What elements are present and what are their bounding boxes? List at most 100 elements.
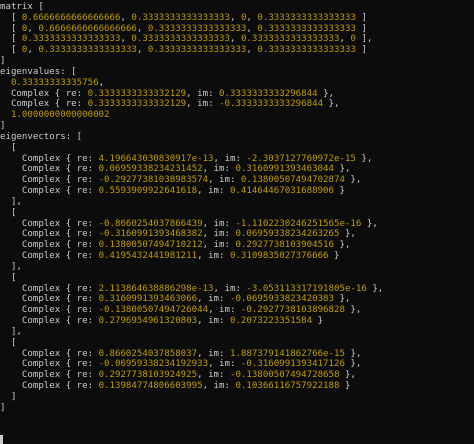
output-text: Complex { re: bbox=[0, 316, 99, 327]
terminal-window[interactable]: matrix [ [ 0.6666666666666666, 0.3333333… bbox=[0, 0, 474, 444]
output-text: , im: bbox=[208, 175, 241, 186]
output-line: Complex { re: 4.196643030830917e-13, im:… bbox=[0, 154, 474, 165]
numeric-value: 0.4195432441981211 bbox=[98, 251, 198, 262]
numeric-value: 0.13800507494702874 bbox=[240, 175, 345, 186]
output-text: }, bbox=[344, 348, 362, 359]
numeric-value: 0.6666666666666666 bbox=[21, 12, 121, 23]
output-line: ] bbox=[0, 403, 474, 414]
output-text: , im: bbox=[202, 218, 236, 229]
numeric-value: -0.13800507494728658 bbox=[229, 370, 340, 381]
output-line: Complex { re: -0.29277381038983574, im: … bbox=[0, 175, 474, 186]
numeric-value: 0.10366116757922188 bbox=[235, 380, 340, 391]
numeric-value: 0.3333333333333333 bbox=[21, 34, 121, 45]
output-line: [ bbox=[0, 143, 474, 154]
numeric-value: 0.41464467031688906 bbox=[229, 186, 335, 197]
output-line: Complex { re: 0.13800507494710212, im: 0… bbox=[0, 240, 474, 251]
output-line: Complex { re: -0.06959338234192933, im: … bbox=[0, 359, 474, 370]
output-text: , im: bbox=[202, 240, 236, 251]
output-text: Complex { re: bbox=[0, 380, 99, 391]
numeric-value: 0.3160991393463066 bbox=[98, 294, 198, 305]
output-line: Complex { re: 0.5593909922641618, im: 0.… bbox=[0, 186, 474, 197]
output-text: , bbox=[136, 45, 148, 56]
numeric-value: 0.13984774806603995 bbox=[98, 380, 203, 391]
text-cursor bbox=[0, 435, 3, 444]
output-text: [ bbox=[0, 45, 22, 56]
numeric-value: 0.3333333333333333 bbox=[147, 23, 247, 34]
output-text: , bbox=[246, 23, 258, 34]
output-text: } bbox=[328, 251, 340, 262]
output-text: ] bbox=[0, 391, 17, 402]
output-text: [ bbox=[0, 207, 17, 218]
output-text: }, bbox=[361, 218, 378, 229]
numeric-value: 0.3333333333333333 bbox=[257, 45, 356, 56]
output-text: Complex { re: bbox=[0, 283, 99, 294]
numeric-value: -0.8660254037866439 bbox=[98, 218, 203, 229]
numeric-value: -0.06959338234192933 bbox=[98, 359, 209, 370]
output-text: }, bbox=[317, 88, 335, 99]
output-text: Complex { re: bbox=[0, 251, 99, 262]
output-text: Complex { re: bbox=[0, 88, 88, 99]
numeric-value: -2.3037127760972e-15 bbox=[246, 153, 356, 164]
output-line: Complex { re: 0.4195432441981211, im: 0.… bbox=[0, 251, 474, 262]
numeric-value: -0.3160991393468382 bbox=[98, 229, 203, 240]
output-line: Complex { re: 0.3333333333332129, im: -0… bbox=[0, 99, 474, 110]
output-text: [ bbox=[0, 34, 22, 45]
numeric-value: 0.33333333335756 bbox=[10, 77, 99, 88]
output-text: ] bbox=[355, 45, 367, 56]
output-line: matrix [ bbox=[0, 2, 474, 13]
numeric-value: 0.3333333333332129 bbox=[87, 99, 187, 110]
output-line: ] bbox=[0, 392, 474, 403]
output-text: matrix [ bbox=[0, 2, 44, 12]
output-text: , im: bbox=[197, 294, 230, 305]
output-text: ] bbox=[355, 23, 367, 34]
output-text: }, bbox=[339, 370, 356, 381]
output-text: Complex { re: bbox=[0, 186, 99, 197]
output-line: eigenvectors: [ bbox=[0, 132, 474, 143]
output-text: Complex { re: bbox=[0, 218, 99, 229]
output-line: [ 0, 0.3333333333333333, 0.3333333333333… bbox=[0, 45, 474, 56]
output-text: }, bbox=[344, 359, 362, 370]
output-text: }, bbox=[334, 240, 351, 251]
numeric-value: -1.1102230246251565e-16 bbox=[235, 218, 362, 229]
output-text: , im: bbox=[208, 305, 241, 316]
output-text: , im: bbox=[208, 359, 241, 370]
output-text: }, bbox=[334, 164, 351, 175]
output-text: [ bbox=[0, 23, 22, 34]
numeric-value: 0.2796954961320803 bbox=[98, 316, 198, 327]
output-text: [ bbox=[0, 142, 17, 153]
numeric-value: 0.2073223351584 bbox=[229, 316, 313, 327]
output-text: } bbox=[312, 316, 324, 327]
numeric-value: -0.2927738103896828 bbox=[240, 305, 345, 316]
output-text: }, bbox=[344, 175, 362, 186]
output-line: 0.33333333335756, bbox=[0, 78, 474, 89]
output-line: Complex { re: -0.3160991393468382, im: 0… bbox=[0, 229, 474, 240]
output-text: , bbox=[27, 23, 39, 34]
output-line: Complex { re: 2.113864638886298e-13, im:… bbox=[0, 284, 474, 295]
output-text: }, bbox=[323, 99, 340, 110]
numeric-value: 0.3333333333333333 bbox=[147, 45, 247, 56]
output-text: ] bbox=[355, 12, 367, 23]
output-text: Complex { re: bbox=[0, 164, 99, 175]
output-text: , bbox=[229, 12, 241, 23]
numeric-value: -0.0695933823420383 bbox=[229, 294, 335, 305]
numeric-value: 2.113864638886298e-13 bbox=[98, 283, 214, 294]
output-text: , im: bbox=[202, 229, 236, 240]
output-text: eigenvectors: [ bbox=[0, 131, 83, 142]
output-text: ], bbox=[0, 261, 22, 272]
output-text: ] bbox=[0, 56, 6, 67]
numeric-value: -0.29277381038983574 bbox=[98, 175, 209, 186]
output-text: ] bbox=[0, 402, 6, 413]
numeric-value: -3.053113317191805e-16 bbox=[246, 283, 367, 294]
output-line: [ bbox=[0, 208, 474, 219]
output-text: Complex { re: bbox=[0, 229, 99, 240]
output-text: Complex { re: bbox=[0, 99, 88, 110]
output-line: ], bbox=[0, 262, 474, 273]
output-line: [ 0.6666666666666666, 0.3333333333333333… bbox=[0, 13, 474, 24]
output-text: }, bbox=[344, 305, 362, 316]
output-line: ], bbox=[0, 327, 474, 338]
terminal-output: matrix [ [ 0.6666666666666666, 0.3333333… bbox=[0, 2, 474, 444]
output-text: Complex { re: bbox=[0, 153, 99, 164]
